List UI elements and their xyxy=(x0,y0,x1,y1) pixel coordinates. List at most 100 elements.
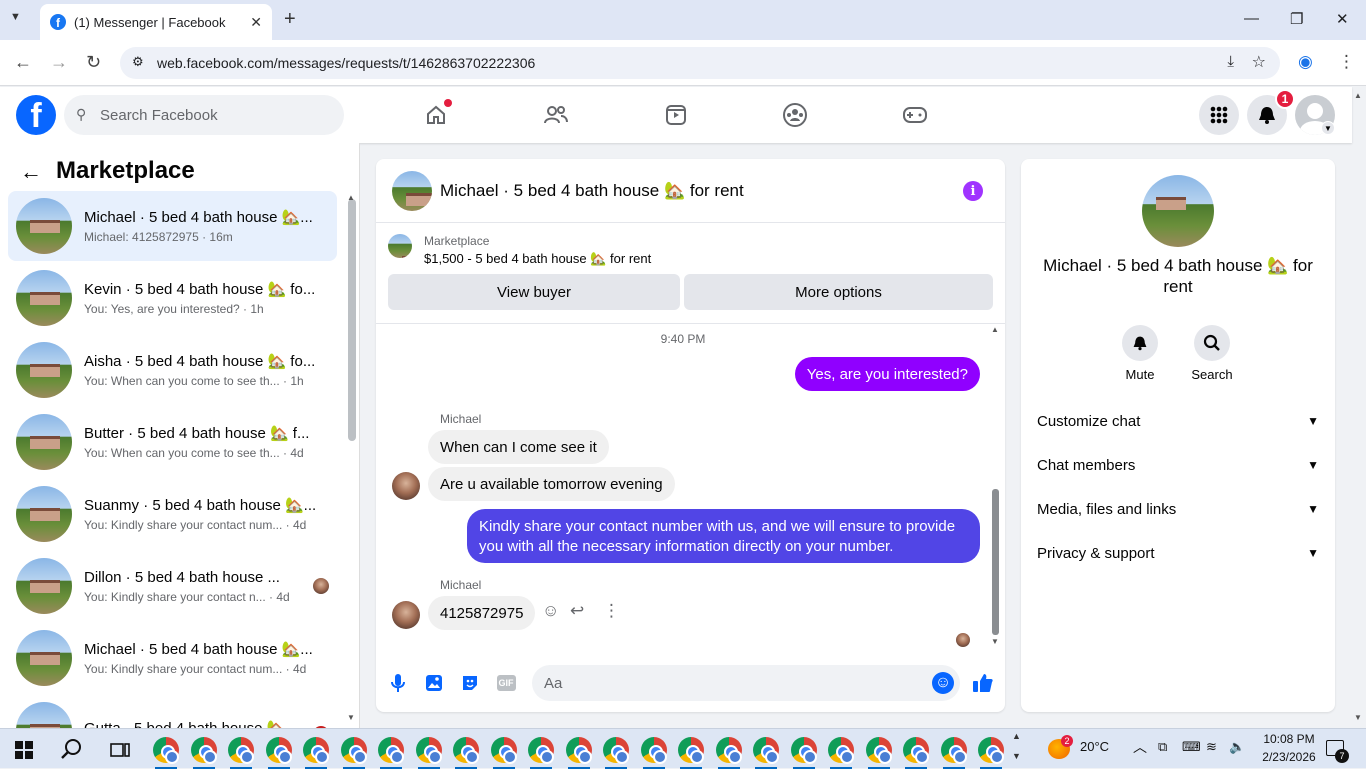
maximize-button[interactable]: ❐ xyxy=(1290,10,1303,28)
url-bar[interactable]: ⚙ web.facebook.com/messages/requests/t/1… xyxy=(120,47,1280,79)
outgoing-message[interactable]: Yes, are you interested? xyxy=(794,357,980,391)
page-scroll-down-icon[interactable]: ▼ xyxy=(1354,713,1362,722)
video-icon[interactable] xyxy=(656,99,696,131)
tab-search-button[interactable]: ▼ xyxy=(10,11,21,23)
wifi-icon[interactable]: ≋ xyxy=(1206,739,1217,755)
profile-avatar[interactable] xyxy=(1142,175,1214,247)
volume-icon[interactable]: 🔈 xyxy=(1229,739,1245,755)
chrome-profile-taskbar-icon[interactable] xyxy=(228,737,254,769)
chrome-profile-taskbar-icon[interactable] xyxy=(378,737,404,769)
browser-menu-icon[interactable]: ⋮ xyxy=(1338,52,1355,72)
chrome-profile-taskbar-icon[interactable] xyxy=(565,737,592,769)
menu-grid-icon[interactable] xyxy=(1199,95,1239,135)
home-icon[interactable] xyxy=(416,99,456,131)
chrome-profile-taskbar-icon[interactable] xyxy=(528,737,554,769)
incoming-message[interactable]: Are u available tomorrow evening xyxy=(428,467,675,501)
chrome-profile-taskbar-icon[interactable] xyxy=(753,737,779,769)
gaming-icon[interactable] xyxy=(895,99,935,131)
show-hidden-icons-chevron-icon[interactable]: ︿ xyxy=(1133,737,1147,757)
conversation-item[interactable]: Suanmy · 5 bed 4 bath house 🏡... You: Kin… xyxy=(8,479,337,549)
mute-button[interactable]: Mute xyxy=(1110,325,1170,382)
conversation-scrollbar[interactable] xyxy=(348,199,356,441)
task-view-icon[interactable] xyxy=(110,741,130,764)
account-chevron-down-icon[interactable]: ▼ xyxy=(1321,121,1335,135)
input-method-icon[interactable]: ⌨ xyxy=(1182,739,1201,755)
scroll-up-icon[interactable]: ▲ xyxy=(347,193,355,202)
message-input[interactable]: Aa ☺ xyxy=(532,665,960,701)
new-tab-button[interactable]: + xyxy=(284,8,296,31)
chrome-profile-taskbar-icon[interactable] xyxy=(790,737,817,769)
chrome-profile-taskbar-icon[interactable] xyxy=(265,737,292,769)
chrome-profile-taskbar-icon[interactable] xyxy=(340,737,367,769)
chrome-profile-taskbar-icon[interactable] xyxy=(678,737,704,769)
incoming-message[interactable]: When can I come see it xyxy=(428,430,609,464)
chat-scrollbar[interactable] xyxy=(992,489,999,635)
listing-title[interactable]: $1,500 - 5 bed 4 bath house 🏡 for rent xyxy=(424,251,651,267)
incoming-message[interactable]: 4125872975 xyxy=(428,596,536,630)
reply-icon[interactable]: ↩ xyxy=(570,601,584,621)
conversation-item[interactable]: Michael · 5 bed 4 bath house 🏡... You: Ki… xyxy=(8,623,337,693)
more-options-button[interactable]: More options xyxy=(684,274,993,310)
outgoing-message[interactable]: Kindly share your contact number with us… xyxy=(467,509,980,563)
emoji-icon[interactable]: ☺ xyxy=(932,672,954,694)
sender-avatar[interactable] xyxy=(392,601,420,629)
chrome-profile-taskbar-icon[interactable] xyxy=(190,737,217,769)
back-icon[interactable]: ← xyxy=(14,52,32,73)
browser-tab[interactable]: f (1) Messenger | Facebook ✕ xyxy=(40,4,272,40)
taskbar-scroll-down-icon[interactable]: ▼ xyxy=(1012,751,1021,761)
friends-icon[interactable] xyxy=(536,99,576,131)
weather-temperature[interactable]: 20°C xyxy=(1080,739,1109,754)
media-files-links-section[interactable]: Media, files and links ▼ xyxy=(1037,491,1319,527)
conversation-item[interactable]: Kevin · 5 bed 4 bath house 🏡 fo... You: Y… xyxy=(8,263,337,333)
sticker-icon[interactable] xyxy=(460,673,480,693)
chrome-profile-taskbar-icon[interactable] xyxy=(453,737,479,769)
conversation-item[interactable]: Butter · 5 bed 4 bath house 🏡 f... You: W… xyxy=(8,407,337,477)
chrome-profile-taskbar-icon[interactable] xyxy=(303,737,329,769)
conversation-item[interactable]: Dillon · 5 bed 4 bath house ... You: Kind… xyxy=(8,551,337,621)
search-conversation-button[interactable]: Search xyxy=(1182,325,1242,382)
chrome-profile-taskbar-icon[interactable] xyxy=(903,737,929,769)
chrome-profile-taskbar-icon[interactable] xyxy=(415,737,442,769)
gif-icon[interactable]: GIF xyxy=(496,673,516,693)
conversation-item[interactable]: Michael · 5 bed 4 bath house 🏡... Michael… xyxy=(8,191,337,261)
chat-header-avatar[interactable] xyxy=(392,171,432,211)
chat-scroll-down-icon[interactable]: ▼ xyxy=(991,637,999,646)
facebook-logo-icon[interactable]: f xyxy=(16,95,56,135)
taskbar-search-icon[interactable] xyxy=(61,738,83,765)
sender-avatar[interactable] xyxy=(392,472,420,500)
chat-title[interactable]: Michael · 5 bed 4 bath house 🏡 for rent xyxy=(440,181,744,201)
minimize-button[interactable]: — xyxy=(1244,10,1259,27)
facebook-search-input[interactable]: ⚲ Search Facebook xyxy=(64,95,344,135)
chat-scroll-up-icon[interactable]: ▲ xyxy=(991,325,999,334)
scroll-down-icon[interactable]: ▼ xyxy=(347,713,355,722)
privacy-support-section[interactable]: Privacy & support ▼ xyxy=(1037,535,1319,571)
clock-date[interactable]: 2/23/2026 xyxy=(1257,750,1321,764)
close-window-button[interactable]: ✕ xyxy=(1336,10,1349,28)
install-app-icon[interactable]: ⤓ xyxy=(1227,53,1234,70)
taskbar-scroll-up-icon[interactable]: ▲ xyxy=(1012,731,1021,741)
site-info-icon[interactable]: ⚙ xyxy=(132,54,144,70)
notifications-bell-icon[interactable]: 1 xyxy=(1247,89,1295,135)
tab-close-icon[interactable]: ✕ xyxy=(250,14,262,31)
reload-icon[interactable]: ↻ xyxy=(86,52,101,73)
react-emoji-icon[interactable]: ☺ xyxy=(542,601,559,621)
customize-chat-section[interactable]: Customize chat ▼ xyxy=(1037,403,1319,439)
chrome-profile-taskbar-icon[interactable] xyxy=(153,737,179,769)
back-arrow-icon[interactable]: ← xyxy=(20,159,42,185)
chrome-profile-taskbar-icon[interactable] xyxy=(978,737,1004,769)
conversation-item[interactable]: Aisha · 5 bed 4 bath house 🏡 fo... You: W… xyxy=(8,335,337,405)
thumbs-up-icon[interactable] xyxy=(972,673,994,693)
chat-members-section[interactable]: Chat members ▼ xyxy=(1037,447,1319,483)
page-scroll-up-icon[interactable]: ▲ xyxy=(1354,91,1362,100)
forward-icon[interactable]: → xyxy=(50,52,68,73)
chrome-profile-taskbar-icon[interactable] xyxy=(490,737,517,769)
profile-icon[interactable]: ◉ xyxy=(1298,52,1313,72)
bookmark-star-icon[interactable]: ☆ xyxy=(1252,52,1266,72)
chrome-profile-taskbar-icon[interactable] xyxy=(940,737,967,769)
chrome-profile-taskbar-icon[interactable] xyxy=(865,737,892,769)
conversation-item[interactable]: Gutta · 5 bed 4 bath house 🏡 ... xyxy=(8,695,337,728)
listing-thumbnail[interactable] xyxy=(388,234,412,258)
chrome-profile-taskbar-icon[interactable] xyxy=(603,737,629,769)
clock-time[interactable]: 10:08 PM xyxy=(1257,732,1321,746)
info-icon[interactable]: i xyxy=(963,181,983,201)
